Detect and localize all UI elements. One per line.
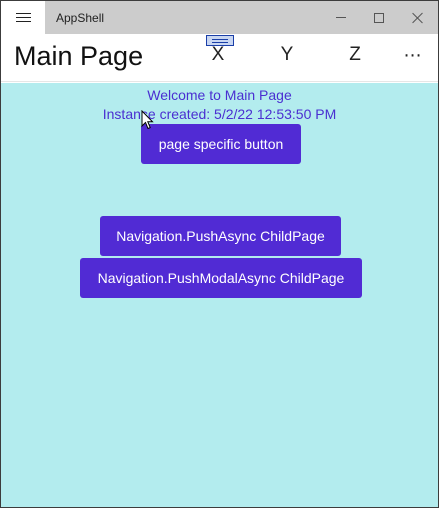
push-async-button[interactable]: Navigation.PushAsync ChildPage: [100, 216, 341, 256]
title-bar[interactable]: AppShell: [1, 1, 438, 34]
page-specific-button[interactable]: page specific button: [141, 124, 301, 164]
toolbar-item-x[interactable]: X: [198, 41, 238, 71]
instance-label: Instance created: 5/2/22 12:53:50 PM: [102, 106, 337, 122]
hamburger-menu-button[interactable]: [1, 1, 45, 34]
hamburger-icon: [15, 12, 31, 23]
app-title: AppShell: [56, 11, 105, 25]
toolbar-item-y[interactable]: Y: [267, 41, 307, 71]
main-content: Welcome to Main Page Instance created: 5…: [1, 83, 438, 507]
page-title: Main Page: [14, 41, 144, 71]
more-options-button[interactable]: ⋯: [393, 41, 433, 71]
app-window: AppShell Main Page X Y Z ⋯ Welcome to Ma…: [0, 0, 439, 508]
mouse-cursor-icon: [141, 110, 154, 130]
welcome-label: Welcome to Main Page: [147, 87, 292, 103]
minimize-icon: [335, 17, 346, 18]
close-button[interactable]: [398, 1, 437, 34]
toolbar-item-z[interactable]: Z: [335, 41, 375, 71]
push-modal-async-button[interactable]: Navigation.PushModalAsync ChildPage: [80, 258, 362, 298]
maximize-icon: [373, 12, 384, 23]
close-icon: [412, 12, 424, 24]
page-header: Main Page X Y Z ⋯: [1, 34, 438, 82]
minimize-button[interactable]: [321, 1, 360, 34]
maximize-button[interactable]: [359, 1, 398, 34]
